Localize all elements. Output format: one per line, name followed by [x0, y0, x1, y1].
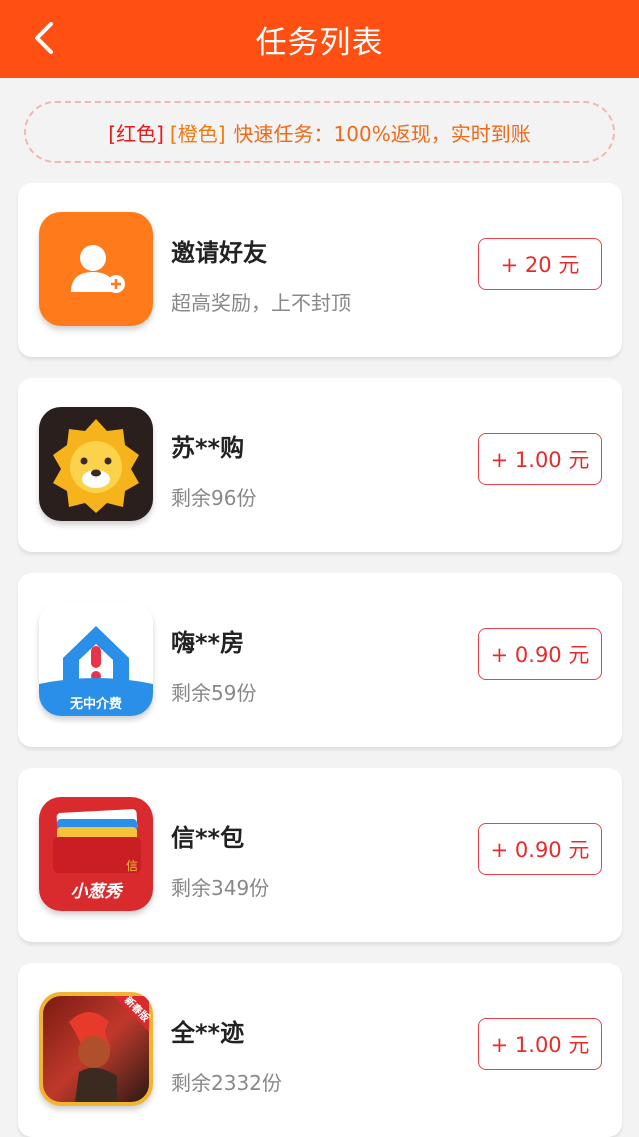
notice-text: 快速任务：100%返现，实时到账 — [233, 121, 531, 146]
task-title: 邀请好友 — [171, 239, 267, 267]
notice-banner: [红色] [橙色] 快速任务：100%返现，实时到账 — [24, 101, 615, 163]
reward-button[interactable]: + 0.90 元 — [478, 628, 602, 680]
red-tag: [红色] — [108, 121, 164, 146]
reward-button[interactable]: + 20 元 — [478, 238, 602, 290]
task-card[interactable]: 新春版 全**迹 剩余2332份 + 1.00 元 — [18, 963, 622, 1137]
header-bar: 任务列表 — [0, 0, 639, 78]
house-app-icon: 无中介费 — [39, 602, 153, 716]
task-subtitle: 剩余349份 — [171, 876, 270, 900]
orange-tag: [橙色] — [169, 121, 226, 146]
svg-text:信: 信 — [126, 859, 138, 873]
back-button[interactable] — [24, 18, 64, 58]
task-subtitle: 剩余59份 — [171, 681, 257, 705]
chevron-left-icon — [35, 22, 53, 54]
task-title: 嗨**房 — [171, 629, 245, 657]
svg-text:无中介费: 无中介费 — [69, 696, 122, 712]
task-subtitle: 剩余96份 — [171, 486, 257, 510]
task-card[interactable]: 无中介费 嗨**房 剩余59份 + 0.90 元 — [18, 573, 622, 747]
wallet-app-icon: 信 小葱秀 — [39, 797, 153, 911]
reward-button[interactable]: + 0.90 元 — [478, 823, 602, 875]
game-app-icon: 新春版 — [39, 992, 153, 1106]
task-card[interactable]: 邀请好友 超高奖励，上不封顶 + 20 元 — [18, 183, 622, 357]
task-title: 苏**购 — [171, 434, 245, 462]
lion-app-icon — [39, 407, 153, 521]
invite-friend-icon — [39, 212, 153, 326]
task-card[interactable]: 苏**购 剩余96份 + 1.00 元 — [18, 378, 622, 552]
page-title: 任务列表 — [255, 24, 384, 61]
task-title: 全**迹 — [171, 1019, 245, 1047]
task-subtitle: 剩余2332份 — [171, 1071, 282, 1095]
reward-button[interactable]: + 1.00 元 — [478, 1018, 602, 1070]
task-subtitle: 超高奖励，上不封顶 — [171, 291, 351, 315]
reward-button[interactable]: + 1.00 元 — [478, 433, 602, 485]
task-card[interactable]: 信 小葱秀 信**包 剩余349份 + 0.90 元 — [18, 768, 622, 942]
task-title: 信**包 — [171, 824, 245, 852]
svg-text:小葱秀: 小葱秀 — [71, 882, 124, 902]
